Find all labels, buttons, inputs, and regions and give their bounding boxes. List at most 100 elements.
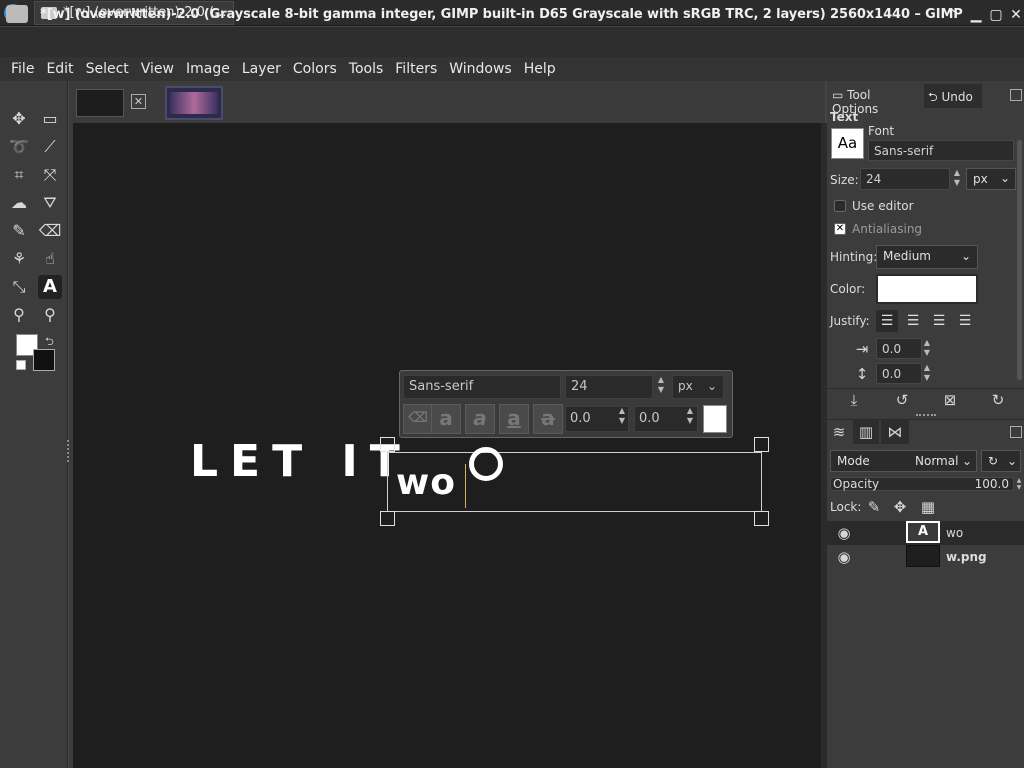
maximize-icon[interactable]: ▢ [988, 7, 1004, 23]
crop-tool-icon[interactable]: ⌗ [7, 163, 31, 187]
antialiasing-checkbox[interactable]: ✕ [834, 223, 846, 235]
paths-tool-icon[interactable]: ⤡ [7, 275, 31, 299]
line-spacing-spinner[interactable]: ▲ ▼ [922, 363, 932, 384]
tab-tool-options[interactable]: ▭ Tool Options [828, 84, 922, 116]
layer-mode-select[interactable]: Mode Normal ⌄ [830, 450, 977, 472]
text-box-handle-top-right[interactable] [754, 437, 769, 452]
menu-colors[interactable]: Colors [287, 61, 343, 77]
menu-tools[interactable]: Tools [343, 61, 390, 77]
layers-dock-menu-icon[interactable] [1010, 426, 1022, 438]
eye-icon[interactable]: ◉ [834, 547, 854, 567]
menu-file[interactable]: File [5, 61, 40, 77]
size-field[interactable]: 24 [860, 168, 950, 190]
menu-select[interactable]: Select [80, 61, 135, 77]
close-image-tab-icon[interactable]: ✕ [131, 94, 146, 109]
otb-unit-select[interactable]: px ⌄ [672, 375, 724, 399]
opacity-spinner[interactable]: ▲ ▼ [1014, 477, 1024, 491]
tab-paths[interactable]: ⋈ [881, 420, 909, 444]
justify-center-icon[interactable]: ☰ [928, 310, 950, 332]
strikethrough-button[interactable]: a [533, 404, 563, 434]
close-icon[interactable]: ✕ [1008, 7, 1024, 23]
paintbrush-tool-icon[interactable]: ✎ [7, 219, 31, 243]
otb-baseline-spinner[interactable]: ▲ ▼ [685, 406, 695, 432]
menu-filters[interactable]: Filters [389, 61, 443, 77]
otb-size-spinner[interactable]: ▲ ▼ [656, 375, 666, 399]
size-unit-select[interactable]: px ⌄ [966, 168, 1016, 190]
lock-pixels-icon[interactable]: ✎ [864, 497, 884, 517]
justify-fill-icon[interactable]: ☰ [954, 310, 976, 332]
indent-spinner[interactable]: ▲ ▼ [922, 338, 932, 359]
warp-tool-icon[interactable]: ☁ [7, 191, 31, 215]
unified-transform-tool-icon[interactable]: ⤧ [38, 163, 62, 187]
otb-text-color-swatch[interactable] [703, 405, 727, 433]
dock-menu-icon[interactable] [1010, 89, 1022, 101]
zoom-tool-icon[interactable]: ⚲ [38, 303, 62, 327]
italic-button[interactable]: a [465, 404, 495, 434]
restore-preset-icon[interactable]: ↺ [892, 390, 912, 410]
save-preset-icon[interactable]: ⤓ [844, 390, 864, 410]
canvas-text-editing[interactable]: wo [396, 462, 456, 503]
swap-colors-icon[interactable]: ⮌ [45, 333, 54, 352]
otb-kerning-spinner[interactable]: ▲ ▼ [617, 406, 627, 432]
image-canvas[interactable] [73, 123, 821, 768]
mode-value: Normal [915, 454, 959, 468]
lock-alpha-icon[interactable]: ▦ [918, 497, 938, 517]
eraser-tool-icon[interactable]: ⌫ [38, 219, 62, 243]
lock-label: Lock: [830, 500, 862, 514]
composite-mode-select[interactable]: ↻ ⌄ [981, 450, 1021, 472]
text-color-button[interactable] [876, 274, 978, 304]
move-tool-icon[interactable]: ✥ [7, 107, 31, 131]
chevron-down-icon: ⌄ [999, 171, 1010, 185]
use-editor-checkbox[interactable] [834, 200, 846, 212]
size-unit-value: px [973, 172, 988, 186]
hinting-select[interactable]: Medium ⌄ [876, 245, 978, 269]
text-box-handle-top-left[interactable] [380, 437, 395, 452]
smudge-tool-icon[interactable]: ☝ [38, 247, 62, 271]
dock-resize-handle[interactable] [916, 414, 936, 417]
default-colors-icon[interactable] [16, 360, 26, 370]
delete-preset-icon[interactable]: ⊠ [940, 390, 960, 410]
rect-select-tool-icon[interactable]: ▭ [38, 107, 62, 131]
eye-icon[interactable]: ◉ [834, 523, 854, 543]
tab-channels[interactable]: ▥ [853, 420, 879, 444]
otb-font-field[interactable]: Sans-serif [403, 375, 561, 399]
text-box-handle-bottom-left[interactable] [380, 511, 395, 526]
color-picker-tool-icon[interactable]: ⚲ [7, 303, 31, 327]
background-color-swatch[interactable] [33, 349, 55, 371]
tool-options-scrollbar[interactable] [1017, 140, 1022, 380]
menu-layer[interactable]: Layer [236, 61, 287, 77]
image-tab-thumbnail-1[interactable] [76, 89, 124, 117]
line-spacing-field[interactable]: 0.0 [876, 363, 922, 384]
clear-style-icon[interactable]: ⌫ [403, 404, 433, 434]
size-spinner[interactable]: ▲ ▼ [952, 168, 962, 190]
text-tool-icon[interactable]: A [38, 275, 62, 299]
underline-button[interactable]: a [499, 404, 529, 434]
tab-undo[interactable]: ⮌ Undo [924, 84, 982, 108]
justify-right-icon[interactable]: ☰ [902, 310, 924, 332]
justify-left-icon[interactable]: ☰ [876, 310, 898, 332]
font-field[interactable]: Sans-serif [868, 140, 1014, 161]
clone-tool-icon[interactable]: ⚘ [7, 247, 31, 271]
undo-icon: ⮌ [928, 90, 938, 104]
menu-windows[interactable]: Windows [443, 61, 518, 77]
lock-position-icon[interactable]: ✥ [890, 497, 910, 517]
collapse-icon[interactable]: ⌃ [944, 7, 960, 23]
font-preview-button[interactable]: Aa [831, 128, 864, 159]
fuzzy-select-tool-icon[interactable]: ⟋ [38, 135, 62, 159]
tab-layers[interactable]: ≋ [827, 420, 851, 444]
opacity-slider[interactable]: Opacity 100.0 [830, 477, 1014, 491]
toolbox-resize-handle[interactable] [67, 440, 70, 462]
menu-view[interactable]: View [135, 61, 180, 77]
minimize-icon[interactable]: ▁ [968, 7, 984, 23]
menu-help[interactable]: Help [518, 61, 562, 77]
text-box-handle-bottom-right[interactable] [754, 511, 769, 526]
menu-edit[interactable]: Edit [40, 61, 79, 77]
reset-options-icon[interactable]: ↻ [988, 390, 1008, 410]
otb-size-field[interactable]: 24 [565, 375, 653, 399]
bold-button[interactable]: a [431, 404, 461, 434]
lasso-tool-icon[interactable]: ➰ [7, 135, 31, 159]
bucket-fill-tool-icon[interactable]: ⛛ [38, 191, 62, 215]
indent-field[interactable]: 0.0 [876, 338, 922, 359]
menu-image[interactable]: Image [180, 61, 236, 77]
line-spacing-icon: ↕ [855, 365, 869, 383]
